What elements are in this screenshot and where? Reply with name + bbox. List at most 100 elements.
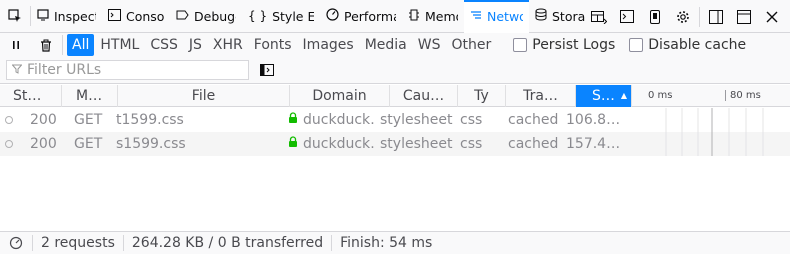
- url-filter-row: Filter URLs: [0, 57, 790, 84]
- timeline-tick-80: 80 ms: [725, 89, 761, 101]
- cell-domain: duckduck…: [284, 132, 376, 156]
- timeline-tick-0: 0 ms: [648, 89, 673, 101]
- devtools-right-buttons: [587, 0, 790, 33]
- table-row[interactable]: 200 GET s1599.css duckduck… stylesheet c…: [0, 132, 650, 156]
- sort-arrow-up-icon: ▲: [620, 91, 627, 100]
- debugger-icon: [176, 9, 189, 24]
- waterfall-grid: [650, 108, 790, 156]
- network-icon: [470, 9, 482, 24]
- cell-file: s1599.css: [116, 136, 186, 152]
- tab-performance[interactable]: Performan: [320, 0, 402, 33]
- filter-fonts-button[interactable]: Fonts: [249, 34, 297, 56]
- tab-performance-label: Performan: [344, 8, 396, 24]
- requests-count: 2 requests: [32, 235, 124, 251]
- cell-size: 157.4…: [566, 136, 621, 152]
- finish-time: Finish: 54 ms: [340, 235, 433, 251]
- column-file-header[interactable]: File: [118, 84, 290, 107]
- clear-trash-icon[interactable]: [34, 33, 58, 57]
- tab-storage-label: Storag: [552, 8, 585, 24]
- requests-table-header: St… M… File Domain Cau… Ty Tra… S… ▲ 0 m…: [0, 84, 790, 107]
- pause-icon[interactable]: [4, 33, 28, 57]
- cell-status: 200: [30, 112, 57, 128]
- tab-network[interactable]: Netwo: [464, 0, 529, 33]
- tab-inspector-label: Inspect: [54, 8, 96, 24]
- filter-all-button[interactable]: All: [67, 34, 95, 56]
- performance-analysis-icon[interactable]: [4, 231, 28, 254]
- column-status-header[interactable]: St…: [0, 84, 62, 107]
- storage-icon: [535, 8, 547, 24]
- settings-gear-icon[interactable]: [671, 5, 695, 29]
- column-cause-header[interactable]: Cau…: [390, 84, 458, 107]
- column-domain-header[interactable]: Domain: [290, 84, 390, 107]
- column-size-header[interactable]: S… ▲: [576, 84, 632, 107]
- tab-debugger-label: Debugg: [194, 8, 236, 24]
- filter-images-button[interactable]: Images: [298, 34, 359, 56]
- transferred-summary: 264.28 KB / 0 B transferred: [124, 235, 333, 251]
- dock-bottom-icon[interactable]: [732, 5, 756, 29]
- checkbox-box: [513, 38, 528, 52]
- status-dot-icon: [5, 140, 13, 148]
- inspector-icon: [37, 8, 49, 24]
- filter-xhr-button[interactable]: XHR: [208, 34, 248, 56]
- performance-icon: [326, 8, 339, 24]
- cell-status: 200: [30, 136, 57, 152]
- tab-style-editor[interactable]: { } Style Edit: [242, 0, 320, 33]
- request-details-toggle-icon[interactable]: [255, 58, 279, 82]
- tab-memory[interactable]: Memo: [402, 0, 464, 33]
- persist-logs-label: Persist Logs: [532, 37, 616, 53]
- tab-style-editor-label: Style Edit: [272, 8, 314, 24]
- cell-file: t1599.css: [116, 112, 184, 128]
- persist-logs-checkbox[interactable]: Persist Logs: [513, 37, 615, 53]
- disable-cache-checkbox[interactable]: Disable cache: [629, 37, 746, 53]
- filter-media-button[interactable]: Media: [360, 34, 412, 56]
- network-status-bar: 2 requests 264.28 KB / 0 B transferred F…: [0, 231, 790, 254]
- tab-memory-label: Memo: [425, 8, 458, 24]
- column-size-label: S…: [592, 87, 615, 104]
- cell-domain-text: duckduck…: [303, 112, 376, 128]
- cell-type: css: [460, 136, 483, 152]
- cell-size: 106.8…: [566, 112, 621, 128]
- table-row[interactable]: 200 GET t1599.css duckduck… stylesheet c…: [0, 108, 650, 132]
- device-icon[interactable]: [643, 5, 667, 29]
- tab-network-label: Netwo: [487, 8, 523, 24]
- toolbar-separator: [62, 35, 63, 55]
- filter-html-button[interactable]: HTML: [95, 34, 144, 56]
- filter-css-button[interactable]: CSS: [145, 34, 183, 56]
- cell-cause: stylesheet: [380, 112, 453, 128]
- tab-debugger[interactable]: Debugg: [170, 0, 242, 33]
- cell-transferred: cached: [508, 112, 559, 128]
- toolbar-separator: [699, 6, 700, 27]
- status-dot-icon: [5, 116, 13, 124]
- tab-inspector[interactable]: Inspect: [31, 0, 102, 33]
- pick-element-icon[interactable]: [0, 0, 30, 33]
- filter-funnel-icon: [11, 62, 23, 78]
- cell-method: GET: [74, 136, 103, 152]
- cell-domain: duckduck…: [284, 108, 376, 132]
- column-method-header[interactable]: M…: [62, 84, 118, 107]
- secure-lock-icon: [288, 136, 298, 152]
- filter-urls-input[interactable]: Filter URLs: [6, 60, 249, 80]
- waterfall-header: 0 ms 80 ms: [632, 85, 790, 107]
- close-icon[interactable]: [760, 5, 784, 29]
- toggle-console-icon[interactable]: [615, 5, 639, 29]
- devtools-toolbar: Inspect Conso Debugg { } Style Edit Perf…: [0, 0, 790, 33]
- memory-icon: [408, 9, 420, 24]
- tab-console[interactable]: Conso: [102, 0, 170, 33]
- tab-console-label: Conso: [126, 8, 164, 24]
- filter-urls-placeholder: Filter URLs: [27, 62, 102, 78]
- disable-cache-label: Disable cache: [648, 37, 747, 53]
- responsive-mode-icon[interactable]: [587, 5, 611, 29]
- cell-method: GET: [74, 112, 103, 128]
- dock-side-icon[interactable]: [704, 5, 728, 29]
- filter-other-button[interactable]: Other: [446, 34, 496, 56]
- cell-transferred: cached: [508, 136, 559, 152]
- tab-storage[interactable]: Storag: [529, 0, 591, 33]
- filter-ws-button[interactable]: WS: [413, 34, 446, 56]
- cell-type: css: [460, 112, 483, 128]
- filter-js-button[interactable]: JS: [184, 34, 207, 56]
- style-editor-icon: { }: [248, 9, 268, 23]
- secure-lock-icon: [288, 112, 298, 128]
- column-type-header[interactable]: Ty: [458, 84, 506, 107]
- column-transferred-header[interactable]: Tra…: [506, 84, 576, 107]
- cell-cause: stylesheet: [380, 136, 453, 152]
